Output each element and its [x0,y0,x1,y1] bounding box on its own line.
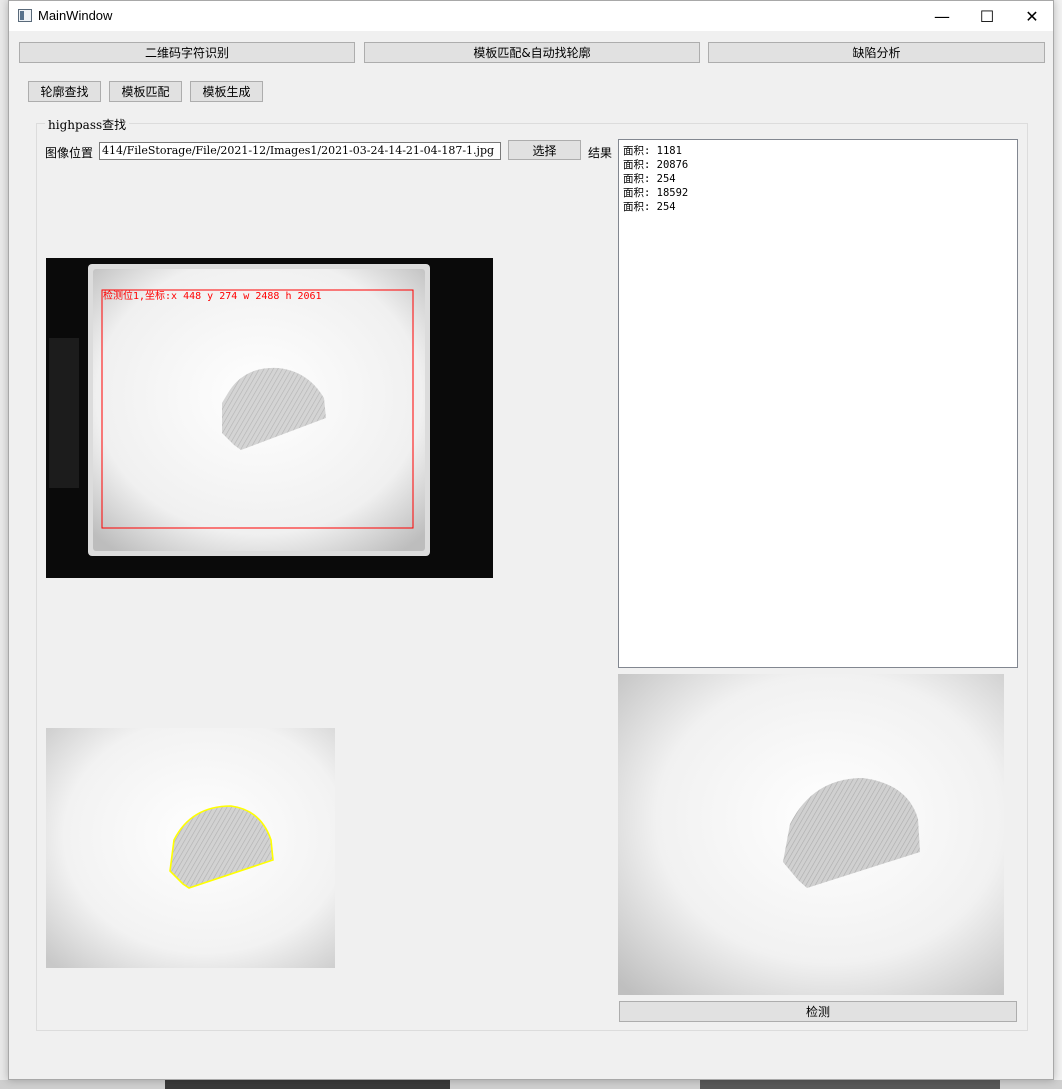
desktop-background-bottom [0,1080,1062,1089]
detection-label: 检测位1,坐标:x 448 y 274 w 2488 h 2061 [103,289,322,302]
tab-template-match-contour[interactable]: 模板匹配&自动找轮廓 [364,42,700,63]
tab-defect-analysis[interactable]: 缺陷分析 [708,42,1045,63]
desktop-background-left [0,0,8,1089]
detect-button[interactable]: 检测 [619,1001,1017,1022]
result-line: 面积: 18592 [623,187,689,199]
minimize-button[interactable]: — [919,1,965,31]
processed-image [618,674,1004,995]
close-button[interactable]: ✕ [1009,1,1055,31]
result-line: 面积: 20876 [623,159,689,171]
result-line: 面积: 254 [623,201,676,213]
tab-template-generate[interactable]: 模板生成 [190,81,263,102]
processed-image-graphic [618,674,1004,995]
groupbox-title: highpass查找 [45,116,130,133]
window-title: MainWindow [38,8,113,23]
result-line: 面积: 1181 [623,145,682,157]
contour-result-image [46,728,335,968]
desktop-background-right [1054,0,1062,1089]
main-window: MainWindow — ☐ ✕ 二维码字符识别 模板匹配&自动找轮廓 缺陷分析… [8,0,1054,1080]
tab-qrcode-ocr[interactable]: 二维码字符识别 [19,42,355,63]
maximize-button[interactable]: ☐ [964,1,1010,31]
contour-result-graphic [46,728,335,968]
tab-contour-find[interactable]: 轮廓查找 [28,81,101,102]
source-image-graphic: 检测位1,坐标:x 448 y 274 w 2488 h 2061 [46,258,493,578]
result-label: 结果 [588,146,613,160]
image-location-label: 图像位置 [45,146,94,160]
result-line: 面积: 254 [623,173,676,185]
image-path-input[interactable]: 414/FileStorage/File/2021-12/Images1/202… [99,142,501,160]
select-button[interactable]: 选择 [508,140,581,160]
title-bar[interactable]: MainWindow — ☐ ✕ [9,1,1053,31]
tab-template-match[interactable]: 模板匹配 [109,81,182,102]
results-textarea[interactable]: 面积: 1181 面积: 20876 面积: 254 面积: 18592 面积:… [618,139,1018,668]
app-icon [18,9,32,22]
source-image: 检测位1,坐标:x 448 y 274 w 2488 h 2061 [46,258,493,578]
